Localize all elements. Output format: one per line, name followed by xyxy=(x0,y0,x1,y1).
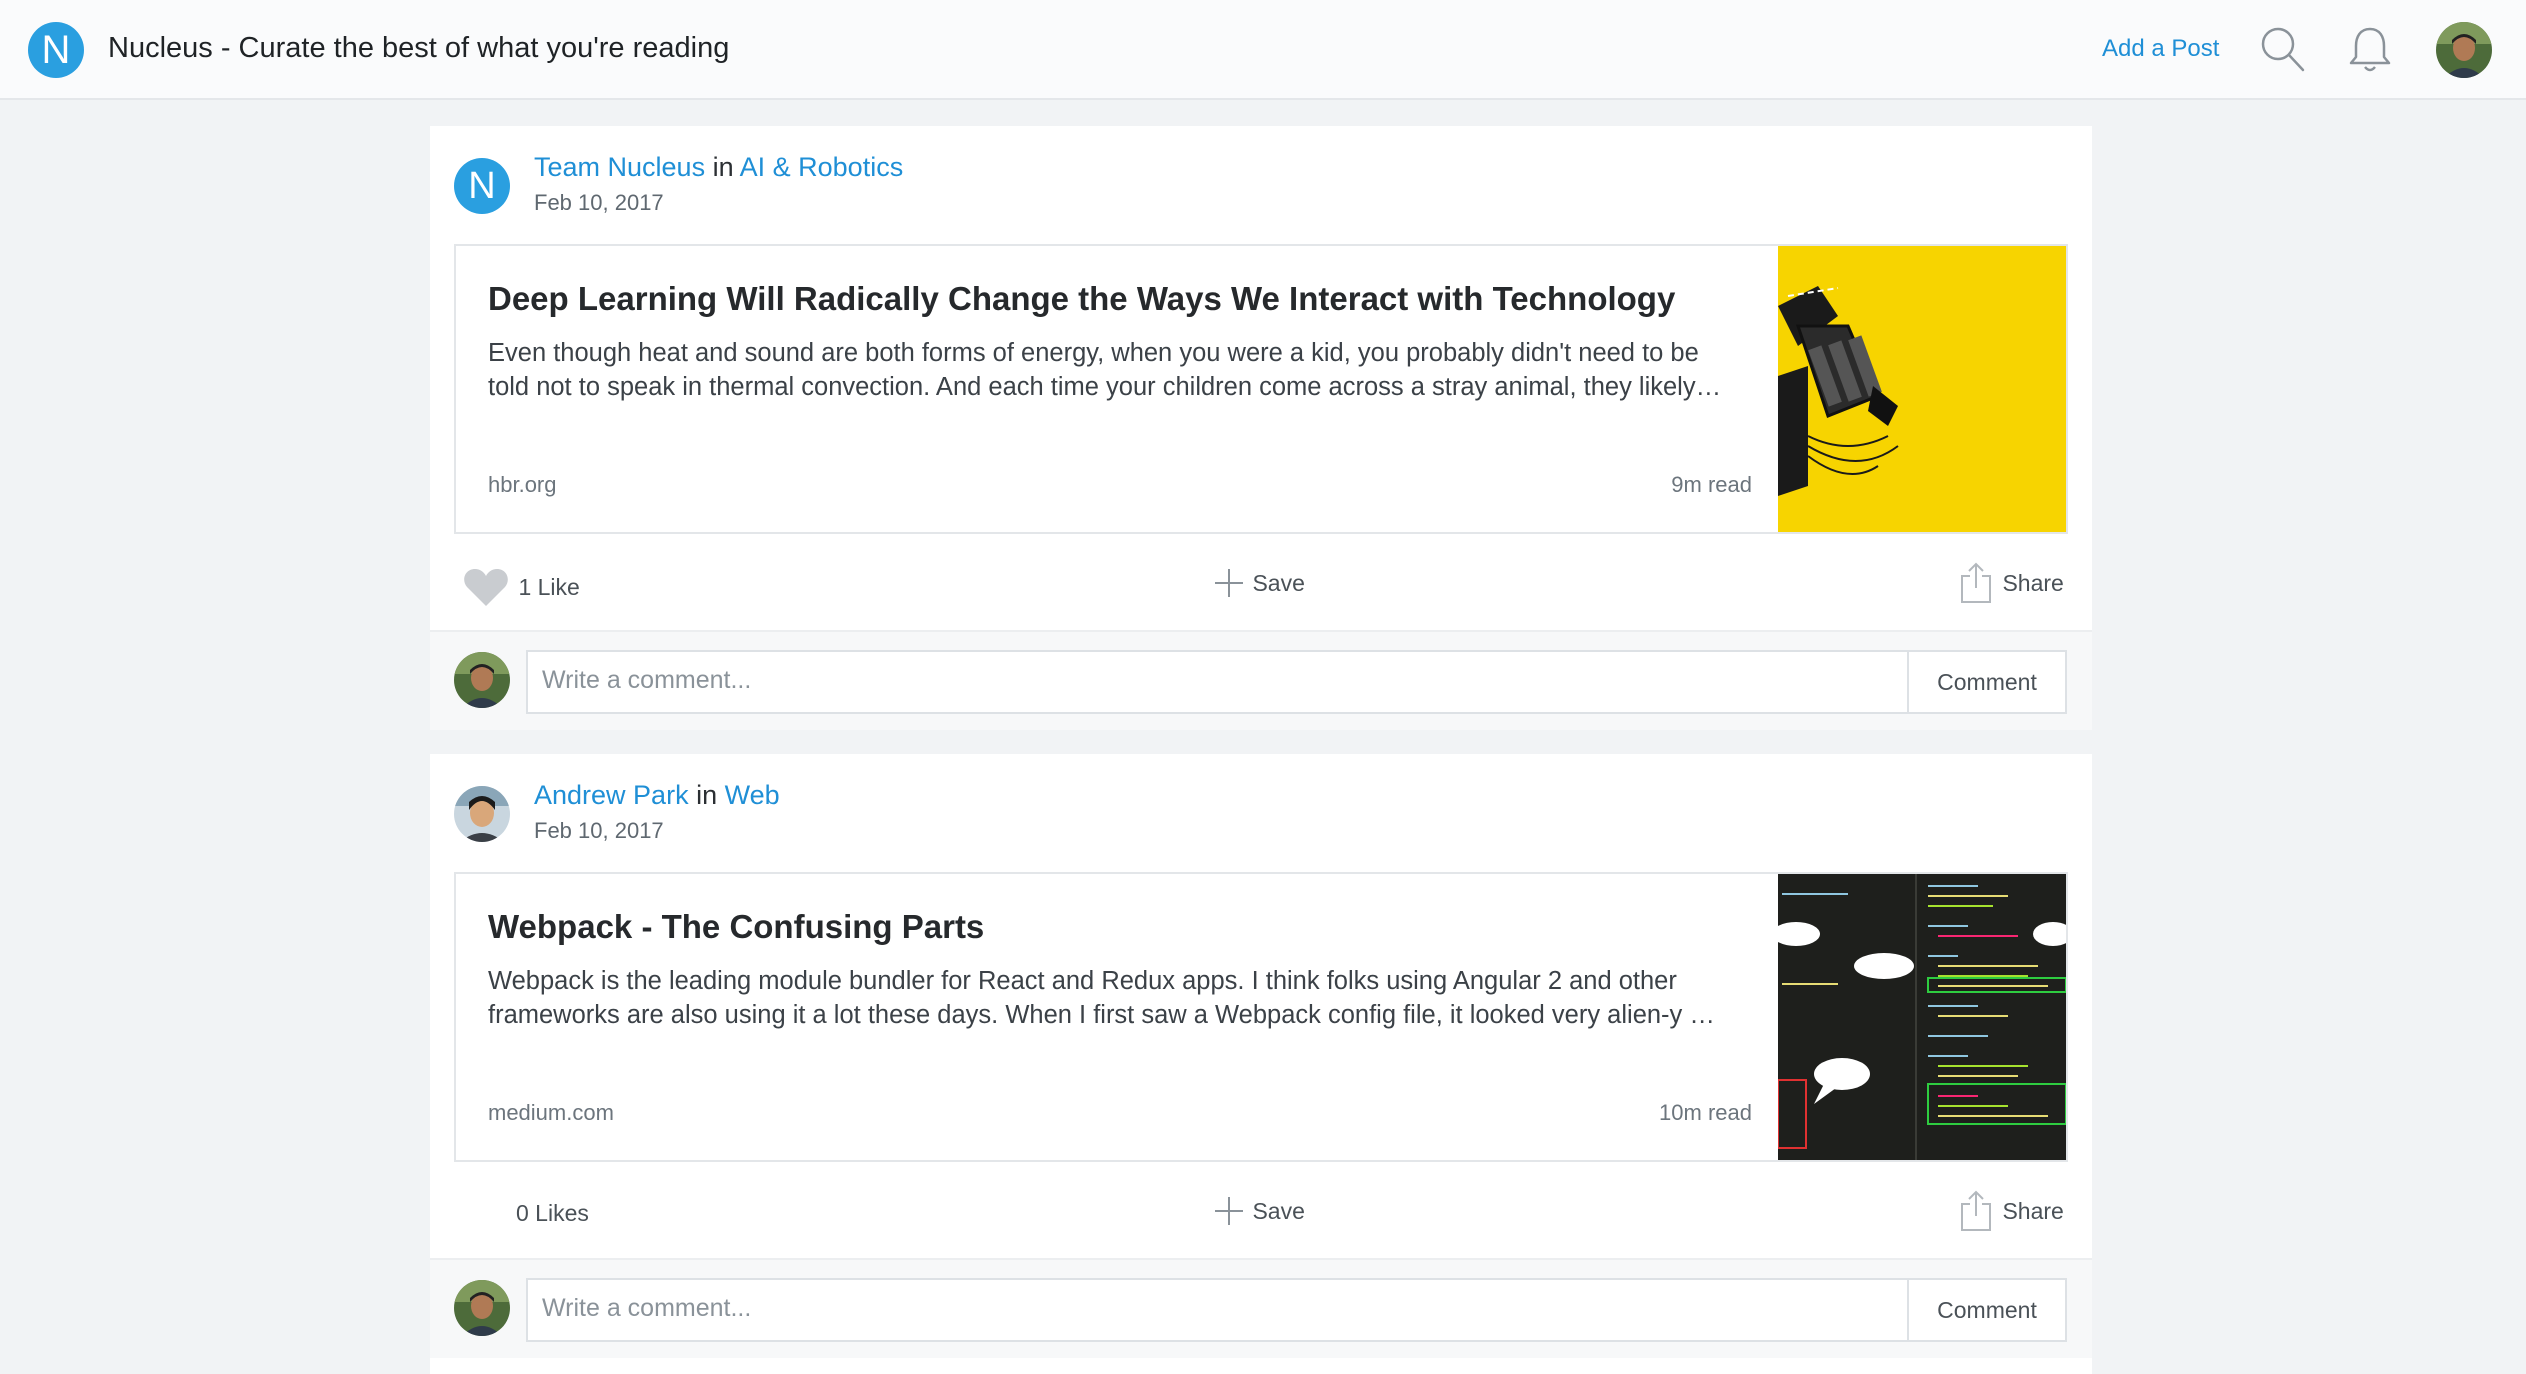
share-icon xyxy=(1960,562,1992,604)
author-link[interactable]: Andrew Park xyxy=(534,780,689,810)
bell-icon[interactable] xyxy=(2346,24,2394,74)
save-button[interactable]: Save xyxy=(1214,1196,1305,1226)
comment-composer: Comment xyxy=(430,1260,2092,1358)
post-actions: 0 Likes Save Share xyxy=(430,1162,2092,1260)
like-count: 1 Like xyxy=(518,573,580,600)
commenter-avatar xyxy=(454,1280,510,1336)
comment-input[interactable] xyxy=(526,1278,1920,1342)
share-button[interactable]: Share xyxy=(1960,562,2064,604)
in-label: in xyxy=(712,152,734,182)
article-title[interactable]: Deep Learning Will Radically Change the … xyxy=(488,280,1675,318)
author-avatar[interactable] xyxy=(454,786,510,842)
post-author-line: Andrew Park in Web xyxy=(534,780,780,811)
post-author-line: Team Nucleus in AI & Robotics xyxy=(534,152,903,183)
plus-icon xyxy=(1214,568,1244,598)
post-card: N Team Nucleus in AI & Robotics Feb 10, … xyxy=(430,126,2092,730)
search-icon[interactable] xyxy=(2258,24,2306,74)
author-avatar[interactable]: N xyxy=(454,158,510,214)
article-excerpt: Webpack is the leading module bundler fo… xyxy=(488,967,1715,1029)
article-source: hbr.org xyxy=(488,472,557,497)
plus-icon xyxy=(1214,1196,1244,1226)
commenter-avatar xyxy=(454,652,510,708)
comment-composer: Comment xyxy=(430,632,2092,730)
article-title[interactable]: Webpack - The Confusing Parts xyxy=(488,908,984,946)
category-link[interactable]: AI & Robotics xyxy=(740,152,904,182)
share-icon xyxy=(1960,1190,1992,1232)
share-label: Share xyxy=(2002,569,2064,596)
article-thumbnail[interactable] xyxy=(1778,874,2066,1160)
post-date: Feb 10, 2017 xyxy=(534,818,664,843)
comment-input[interactable] xyxy=(526,650,1920,714)
category-link[interactable]: Web xyxy=(725,780,780,810)
post-actions: 1 Like Save Share xyxy=(430,534,2092,632)
article-thumbnail[interactable] xyxy=(1778,246,2066,532)
save-button[interactable]: Save xyxy=(1214,568,1305,598)
nucleus-logo[interactable]: N xyxy=(28,22,84,78)
user-avatar[interactable] xyxy=(2436,22,2492,78)
author-link[interactable]: Team Nucleus xyxy=(534,152,705,182)
like-button[interactable]: 1 Like xyxy=(462,566,580,606)
comment-button[interactable]: Comment xyxy=(1907,1278,2067,1342)
app-title: Nucleus - Curate the best of what you're… xyxy=(108,32,730,64)
in-label: in xyxy=(696,780,718,810)
read-time: 10m read xyxy=(1659,1100,1752,1125)
save-label: Save xyxy=(1252,569,1305,596)
comment-button[interactable]: Comment xyxy=(1907,650,2067,714)
share-label: Share xyxy=(2002,1197,2064,1224)
article-excerpt: Even though heat and sound are both form… xyxy=(488,339,1722,401)
add-post-link[interactable]: Add a Post xyxy=(2102,35,2219,63)
article-source: medium.com xyxy=(488,1100,614,1125)
top-navigation-bar: N Nucleus - Curate the best of what you'… xyxy=(0,0,2526,100)
share-button[interactable]: Share xyxy=(1960,1190,2064,1232)
like-count[interactable]: 0 Likes xyxy=(516,1200,589,1227)
post-card: Andrew Park in Web Feb 10, 2017 Webpack … xyxy=(430,754,2092,1374)
article-preview[interactable]: Webpack - The Confusing Parts Webpack is… xyxy=(454,872,2068,1162)
post-date: Feb 10, 2017 xyxy=(534,190,664,215)
save-label: Save xyxy=(1252,1197,1305,1224)
heart-icon xyxy=(462,566,510,608)
article-preview[interactable]: Deep Learning Will Radically Change the … xyxy=(454,244,2068,534)
read-time: 9m read xyxy=(1671,472,1752,497)
